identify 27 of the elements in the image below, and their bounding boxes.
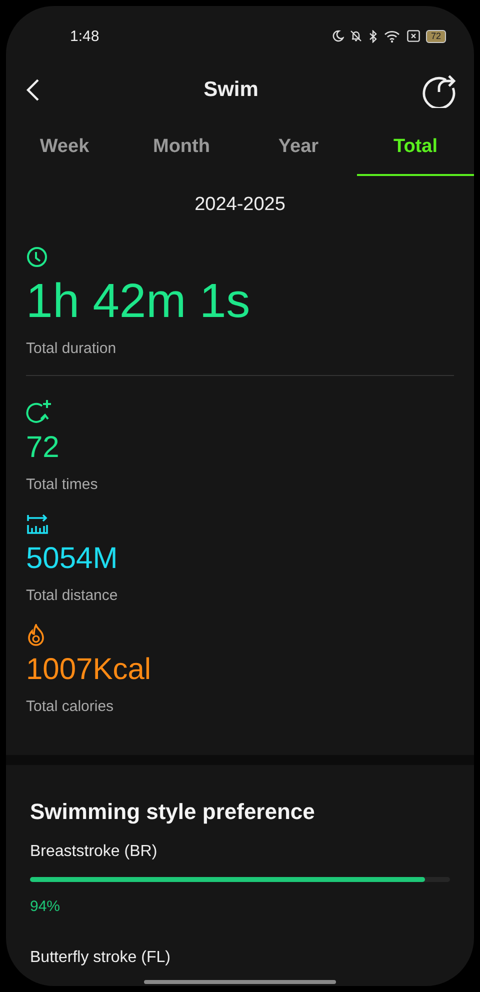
stat-label: Total times [26,476,98,493]
page-title: Swim [204,78,258,102]
period-tab[interactable]: Total [357,126,474,176]
status-time: 1:48 [70,28,100,44]
bluetooth-icon [368,30,378,42]
wifi-icon [384,30,401,42]
stat-label: Total duration [26,340,116,357]
moon-icon [332,30,344,42]
stat-label: Total calories [26,698,114,715]
stat-value: 1h 42m 1s [26,274,250,330]
stat-value: 1007Kcal [26,652,152,688]
section-title: Swimming style preference [30,799,316,825]
stroke-name: Breaststroke (BR) [30,843,158,861]
period-tab[interactable]: Month [123,126,240,176]
period-tab[interactable]: Week [6,126,123,176]
stat-value: 72 [26,430,60,466]
muted-bell-icon [350,30,362,42]
share-icon [422,72,456,108]
stroke-name: Butterfly stroke (FL) [30,949,170,967]
period-tab[interactable]: Year [240,126,357,176]
stat-value: 5054M [26,541,118,577]
stat-label: Total distance [26,587,118,604]
back-icon [26,78,40,102]
battery-icon: 72 [426,30,446,42]
period-range: 2024-2025 [194,194,286,216]
no-sim-icon [406,30,420,42]
stroke-percent: 94% [30,898,60,915]
